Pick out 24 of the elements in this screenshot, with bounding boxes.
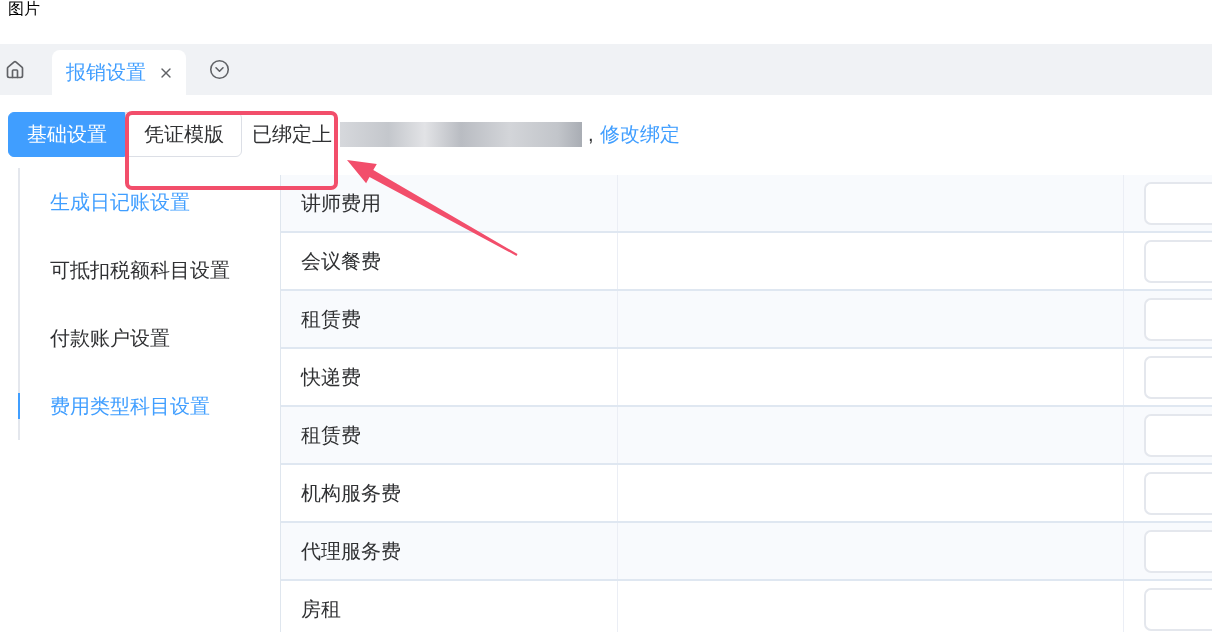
input-field[interactable] [1144,587,1212,631]
input-field[interactable] [1144,355,1212,399]
table-cell-text: 会议餐费 [301,248,381,274]
table-cell-text: 租赁费 [301,422,361,448]
chevron-down-circle-icon[interactable] [209,59,230,80]
input-field[interactable] [1144,181,1212,225]
edit-binding-link[interactable]: 修改绑定 [599,121,680,148]
table-cell-text: 房租 [301,596,341,622]
table-cell-text: 租赁费 [301,306,361,332]
input-field[interactable] [1144,239,1212,283]
input-field[interactable] [1144,529,1212,573]
page-tab[interactable]: 报销设置 [52,50,186,95]
table-cell-text: 讲师费用 [301,190,381,216]
binding-status-text: 已绑定上 [252,122,332,147]
caption-text: 图片 [8,0,40,17]
input-field[interactable] [1144,471,1212,515]
input-field[interactable] [1144,413,1212,457]
home-icon[interactable] [5,59,25,80]
table-cell-text: 快递费 [301,364,361,390]
segment-button[interactable]: 基础设置 [8,112,125,157]
table-cell-text: 代理服务费 [301,538,401,564]
separator-text: , [588,123,594,146]
input-field[interactable] [1144,297,1212,341]
table-cell-text: 机构服务费 [301,480,401,506]
